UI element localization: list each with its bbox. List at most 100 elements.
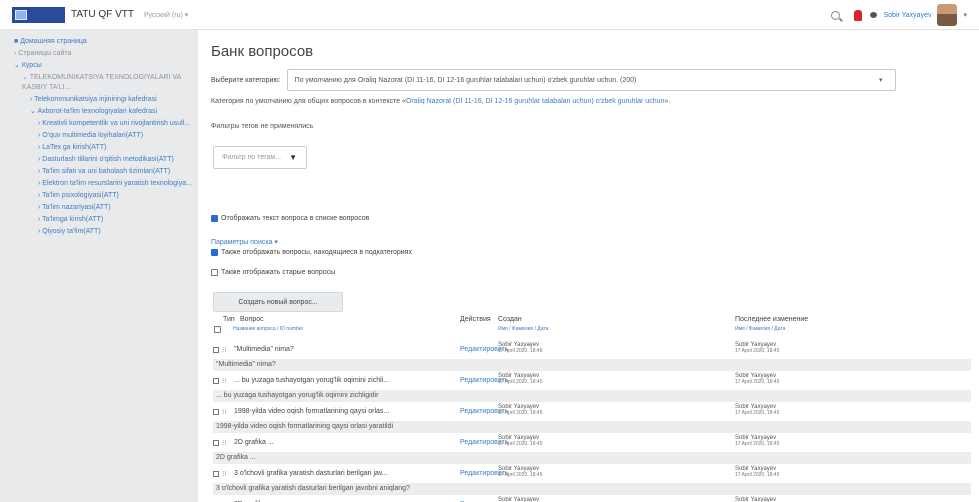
- col-question-sub[interactable]: Название вопроса / ID number: [233, 326, 303, 332]
- sidebar-item[interactable]: ⌄ Axborot-ta'lim texnologiyalari kafedra…: [14, 107, 192, 117]
- modified-date: 17 April 2020, 18:45: [735, 472, 780, 478]
- row-checkbox[interactable]: [213, 471, 219, 477]
- table-row: ⁝⁝ 1998-yilda video oqish formatlarining …: [213, 404, 971, 419]
- sidebar-item[interactable]: › Ta'limga kirish(ATT): [14, 215, 192, 225]
- page-title: Банк вопросов: [211, 43, 314, 60]
- sidebar-item[interactable]: ⌄ TELEKOMUNIKATSIYA TEXNOLOGIYALARI VA K…: [14, 73, 192, 93]
- bullet-icon: ⌄: [22, 74, 30, 81]
- created-date: 17 April 2020, 18:45: [498, 348, 543, 354]
- caret-down-icon: ▼: [289, 153, 297, 162]
- question-type-icon: ⁝⁝: [222, 347, 227, 354]
- select-all-checkbox[interactable]: [214, 326, 221, 333]
- sidebar-item[interactable]: › O'quv multimedia loyihalari(ATT): [14, 131, 192, 141]
- category-select[interactable]: По умолчанию для Oraliq Nazorat (DI 11-1…: [286, 69, 896, 91]
- sidebar-item-label: Axborot-ta'lim texnologiyalari kafedrasi: [37, 108, 158, 115]
- show-old-checkbox[interactable]: [211, 269, 218, 276]
- sidebar-item[interactable]: › Elektron ta'lim resurslarini yaratish …: [14, 179, 192, 189]
- created-date: 17 April 2020, 18:45: [498, 441, 543, 447]
- site-logo[interactable]: [12, 6, 65, 23]
- col-created-sub[interactable]: Имя / Фамилия / Дата: [498, 326, 548, 332]
- created-date: 17 April 2020, 18:45: [498, 472, 543, 478]
- creator-name: Sobir Yaxyayev: [498, 497, 540, 502]
- question-text-row: 2D grafika ...: [213, 452, 971, 464]
- sidebar-item-label: LaTex ga kirish(ATT): [42, 144, 107, 151]
- question-text-row: 1998-yilda video oqish formatlarining qa…: [213, 421, 971, 433]
- bell-icon[interactable]: [854, 9, 863, 21]
- category-desc-link[interactable]: Oraliq Nazorat (DI 11-16, DI 12-16 guruh…: [406, 98, 664, 105]
- sidebar-item[interactable]: › Telekommunikatsiya injiniringi kafedra…: [14, 95, 192, 105]
- col-actions-header: Действия: [460, 316, 491, 323]
- question-type-icon: ⁝⁝: [222, 409, 227, 416]
- modified-date: 17 April 2020, 18:45: [735, 348, 780, 354]
- sidebar-item[interactable]: ⌄ Курсы: [14, 61, 192, 71]
- created-cell: Sobir Yaxyayev 17 April 2020, 18:45: [498, 435, 542, 447]
- language-menu[interactable]: Русский (ru) ▾: [144, 11, 188, 19]
- row-checkbox[interactable]: [213, 378, 219, 384]
- question-type-icon: ⁝⁝: [222, 440, 227, 447]
- category-label: Выберите категорию:: [211, 76, 281, 84]
- question-name: 3 o'lchovli grafika yaratish dasturlari …: [234, 470, 388, 477]
- include-subcategories-option[interactable]: Также отображать вопросы, находящиеся в …: [211, 249, 412, 256]
- question-text-row: ... bu yuzaga tushayotgan yorug'lik oqim…: [213, 390, 971, 402]
- col-question-header[interactable]: Вопрос: [240, 316, 264, 323]
- site-name[interactable]: TATU QF VTT: [71, 9, 134, 20]
- sidebar-item[interactable]: › Ta'lim psixologiyasi(ATT): [14, 191, 192, 201]
- created-cell: Sobir Yaxyayev: [498, 497, 539, 502]
- sidebar-item[interactable]: › LaTex ga kirish(ATT): [14, 143, 192, 153]
- sidebar-item[interactable]: › Dasturlash tillarini o'qitish metodika…: [14, 155, 192, 165]
- include-subcategories-checkbox[interactable]: [211, 249, 218, 256]
- col-modified-sub[interactable]: Имя / Фамилия / Дата: [735, 326, 785, 332]
- modified-date: 17 April 2020, 18:45: [735, 379, 780, 385]
- created-cell: Sobir Yaxyayev 17 April 2020, 18:45: [498, 342, 542, 354]
- sidebar-item-label: Ta'lim psixologiyasi(ATT): [42, 192, 119, 199]
- row-checkbox[interactable]: [213, 409, 219, 415]
- modifier-name: Sobir Yaxyayev: [735, 497, 777, 502]
- tag-filter-input[interactable]: Фильтр по тегам... ▼: [213, 146, 307, 169]
- row-checkbox[interactable]: [213, 347, 219, 353]
- category-row: Выберите категорию: По умолчанию для Ora…: [211, 69, 896, 91]
- show-old-option[interactable]: Также отображать старые вопросы: [211, 269, 335, 276]
- sidebar-item[interactable]: › Kreativli kompetentlik va uni rivojlan…: [14, 119, 192, 129]
- show-question-text-checkbox[interactable]: [211, 215, 218, 222]
- show-question-text-option[interactable]: Отображать текст вопроса в списке вопрос…: [211, 215, 369, 222]
- sidebar-item-label: Kreativli kompetentlik va uni rivojlanti…: [42, 120, 191, 127]
- created-date: 17 April 2020, 18:45: [498, 410, 543, 416]
- chevron-down-icon: ▾: [879, 77, 883, 84]
- sidebar-item[interactable]: ■ Домашняя страница: [14, 37, 192, 47]
- top-navbar: TATU QF VTT Русский (ru) ▾ Sobir Yaxyaye…: [0, 0, 979, 30]
- sidebar-item-label: Домашняя страница: [20, 38, 87, 45]
- category-desc-suffix: ».: [664, 98, 671, 105]
- show-old-label: Также отображать старые вопросы: [221, 269, 336, 276]
- table-row: ⁝⁝ "Multimedia" nima? Редактировать Sobir Y…: [213, 342, 971, 357]
- row-checkbox[interactable]: [213, 440, 219, 446]
- category-description: Категория по умолчанию для общих вопросо…: [211, 98, 670, 105]
- message-icon[interactable]: [870, 12, 878, 18]
- show-question-text-label: Отображать текст вопроса в списке вопрос…: [221, 215, 370, 222]
- sidebar-item[interactable]: › Ta'lim sifati va uni baholash tizimlar…: [14, 167, 192, 177]
- question-name: 1998-yilda video oqish formatlarining qa…: [234, 408, 390, 415]
- sidebar-item[interactable]: › Страницы сайта: [14, 49, 192, 59]
- search-params-toggle[interactable]: Параметры поиска ▾: [211, 238, 278, 246]
- filters-note: Фильтры тегов не применялись: [211, 123, 314, 130]
- question-text-row: "Multimedia" nima?: [213, 359, 971, 371]
- user-name[interactable]: Sobir Yaxyayev: [883, 12, 931, 19]
- sidebar-item-label: Ta'lim sifati va uni baholash tizimlari(…: [42, 168, 171, 175]
- category-desc-prefix: Категория по умолчанию для общих вопросо…: [211, 98, 406, 105]
- sidebar-item-label: O'quv multimedia loyihalari(ATT): [42, 132, 144, 139]
- sidebar-item[interactable]: › Ta'lim nazariyasi(ATT): [14, 203, 192, 213]
- modified-cell: Sobir Yaxyayev 17 April 2020, 18:45: [735, 466, 779, 478]
- main-content: Банк вопросов Выберите категорию: По умо…: [205, 30, 975, 502]
- sidebar-item[interactable]: › Qiyosiy ta'lim(ATT): [14, 227, 192, 237]
- search-icon[interactable]: [831, 10, 841, 20]
- modified-date: 17 April 2020, 18:45: [735, 410, 780, 416]
- avatar[interactable]: [937, 4, 958, 26]
- question-name: "Multimedia" nima?: [234, 346, 294, 353]
- create-question-button[interactable]: Создать новый вопрос...: [213, 292, 343, 312]
- col-type-header[interactable]: Тип: [223, 316, 235, 323]
- chevron-down-icon[interactable]: ▾: [963, 11, 967, 19]
- sidebar: ■ Домашняя страница › Страницы сайта ⌄ Кур…: [0, 30, 198, 502]
- sidebar-item-label: Ta'lim nazariyasi(ATT): [42, 204, 111, 211]
- table-row: ⁝⁝ 2D grafika ... Редактировать Sobir Yaxya…: [213, 435, 971, 450]
- modified-cell: Sobir Yaxyayev 17 April 2020, 18:45: [735, 373, 779, 385]
- table-row: ⁝⁝ 3 o'lchovli grafika yaratish dasturlar…: [213, 466, 971, 481]
